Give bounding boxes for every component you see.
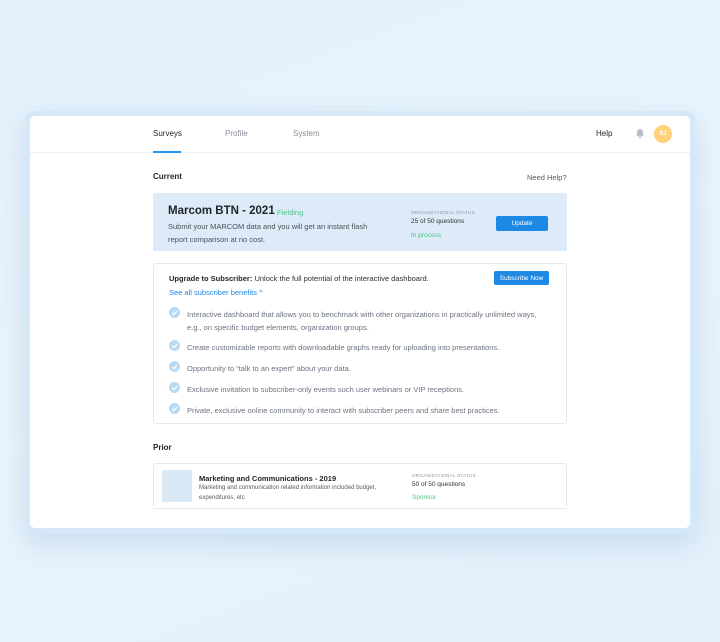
current-survey-card: Marcom BTN - 2021 Fielding Submit your M… [153, 193, 567, 251]
app-window: Surveys Profile System Help SJ Current N… [30, 116, 690, 528]
avatar[interactable]: SJ [654, 125, 672, 143]
survey-title[interactable]: Marcom BTN - 2021 [168, 205, 275, 217]
survey-description: Submit your MARCOM data and you will get… [168, 222, 368, 244]
prior-survey-title[interactable]: Marketing and Communications - 2019 [199, 474, 336, 483]
org-status-value: In process [411, 232, 441, 239]
prior-survey-description: Marketing and communication related info… [199, 485, 377, 501]
check-icon [169, 403, 180, 414]
subscribe-now-button[interactable]: Subscribe Now [494, 271, 549, 285]
benefit-text: Create customizable reports with downloa… [187, 343, 500, 352]
active-tab-indicator [153, 151, 181, 153]
benefit-text: Exclusive invitation to subscriber-only … [187, 385, 465, 394]
survey-thumbnail [162, 470, 192, 502]
update-button[interactable]: Update [496, 216, 548, 231]
prior-survey-card[interactable]: Marketing and Communications - 2019 Mark… [153, 463, 567, 509]
bell-icon[interactable] [635, 128, 645, 139]
prior-section-title: Prior [153, 443, 172, 452]
help-link[interactable]: Help [596, 129, 612, 138]
tab-profile[interactable]: Profile [225, 129, 248, 138]
org-status-label: ORGANIZATIONAL STATUS [412, 473, 476, 478]
tab-system[interactable]: System [293, 129, 320, 138]
org-status-value: Sponsor [412, 494, 437, 501]
check-icon [169, 340, 180, 351]
benefit-text: Opportunity to “talk to an expert” about… [187, 364, 351, 373]
top-nav: Surveys Profile System Help SJ [30, 116, 690, 153]
upgrade-card: Upgrade to Subscriber: Unlock the full p… [153, 263, 567, 424]
check-icon [169, 307, 180, 318]
upgrade-heading-text: Unlock the full potential of the interac… [252, 274, 429, 283]
benefit-text: Interactive dashboard that allows you to… [187, 310, 537, 332]
need-help-link[interactable]: Need Help? [527, 173, 567, 182]
org-status-label: ORGANIZATIONAL STATUS [411, 210, 475, 215]
upgrade-heading-bold: Upgrade to Subscriber: [169, 274, 253, 283]
benefit-text: Private, exclusive online community to i… [187, 406, 500, 415]
tab-surveys[interactable]: Surveys [153, 129, 182, 138]
see-all-benefits-link[interactable]: See all subscriber benefits ^ [169, 288, 263, 297]
check-icon [169, 361, 180, 372]
status-badge: Fielding [277, 208, 304, 217]
question-count: 50 of 50 questions [412, 481, 466, 488]
check-icon [169, 382, 180, 393]
current-section-title: Current [153, 172, 182, 181]
question-count: 25 of 50 questions [411, 218, 465, 225]
upgrade-heading: Upgrade to Subscriber: Unlock the full p… [169, 274, 429, 283]
